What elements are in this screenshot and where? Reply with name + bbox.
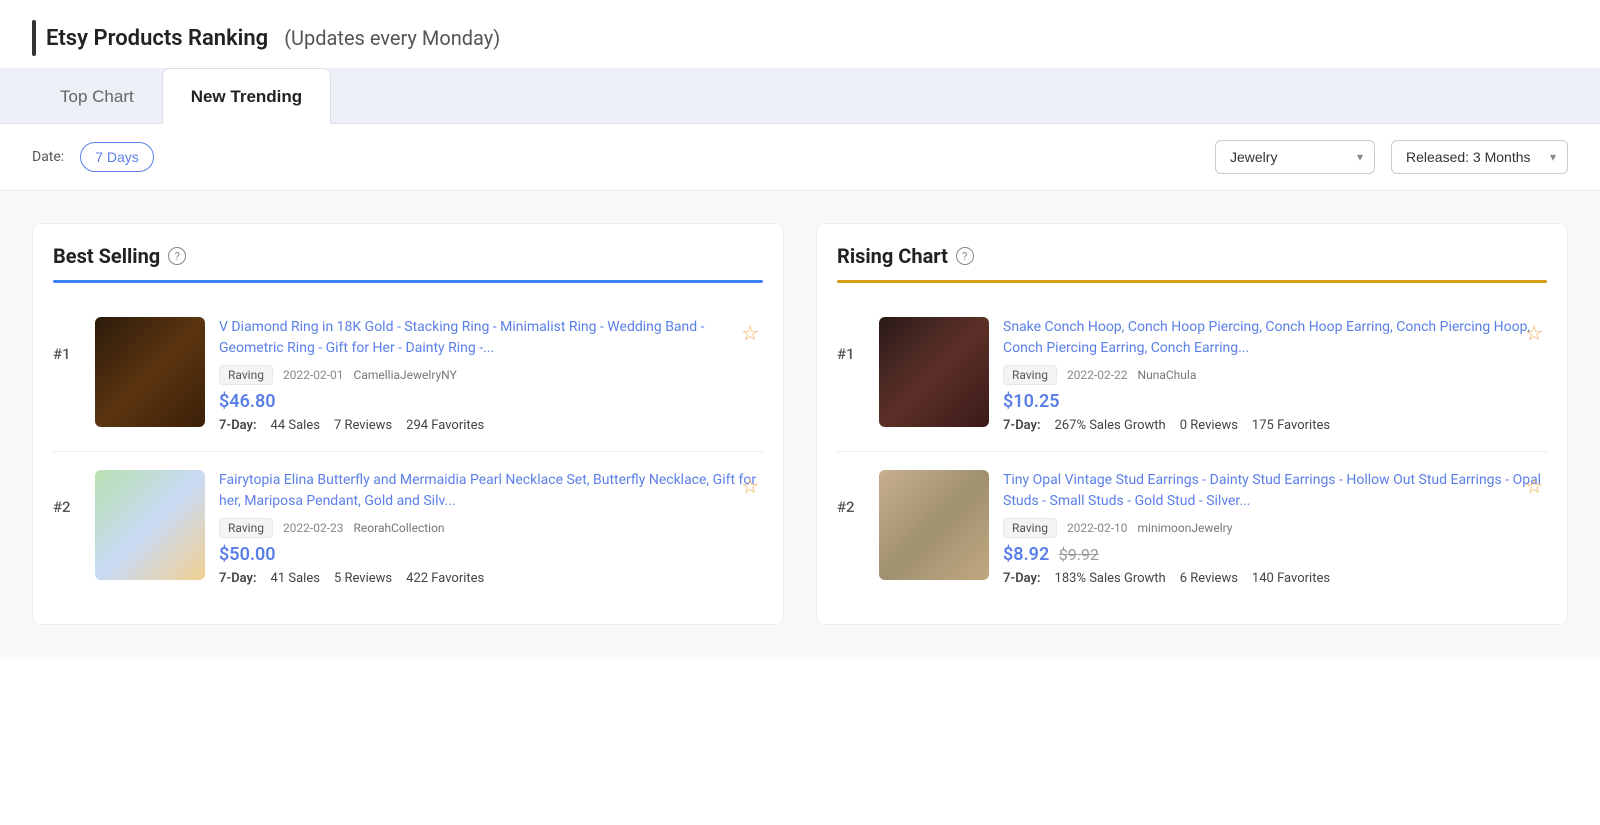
tabs-bar: Top Chart New Trending: [0, 68, 1600, 124]
meta-date-2: 2022-02-23: [283, 521, 344, 535]
rising-fav-button-2[interactable]: ☆: [1521, 470, 1547, 503]
best-selling-item-1: #1 V Diamond Ring in 18K Gold - Stacking…: [53, 299, 763, 452]
rising-chart-divider: [837, 280, 1547, 283]
rising-chart-title: Rising Chart: [837, 244, 948, 268]
rising-stats-label-2: 7-Day:: [1003, 571, 1041, 586]
rising-chart-help-icon[interactable]: ?: [956, 247, 974, 265]
rank-label-2: #2: [53, 470, 81, 516]
tab-top-chart[interactable]: Top Chart: [32, 69, 162, 123]
stat-reviews-2: 5 Reviews: [334, 571, 392, 586]
rising-stats-1: 7-Day: 267% Sales Growth 0 Reviews 175 F…: [1003, 418, 1547, 433]
rising-meta-2: Raving 2022-02-10 minimoonJewelry: [1003, 518, 1547, 538]
released-select-wrapper: Released: 1 Month Released: 3 Months Rel…: [1391, 140, 1568, 174]
product-title-1[interactable]: V Diamond Ring in 18K Gold - Stacking Ri…: [219, 317, 763, 359]
stat-favorites-2: 422 Favorites: [406, 571, 484, 586]
rising-info-1: Snake Conch Hoop, Conch Hoop Piercing, C…: [1003, 317, 1547, 433]
date-7days-button[interactable]: 7 Days: [80, 142, 154, 172]
rising-rank-2: #2: [837, 470, 865, 516]
stat-reviews-1: 7 Reviews: [334, 418, 392, 433]
rising-date-2: 2022-02-10: [1067, 521, 1128, 535]
product-title-2[interactable]: Fairytopia Elina Butterfly and Mermaidia…: [219, 470, 763, 512]
raving-badge-1: Raving: [219, 365, 273, 385]
meta-date-1: 2022-02-01: [283, 368, 344, 382]
meta-shop-2[interactable]: ReorahCollection: [354, 521, 445, 535]
rising-price-1: $10.25: [1003, 391, 1547, 412]
rising-shop-1[interactable]: NunaChula: [1138, 368, 1197, 382]
best-selling-title: Best Selling: [53, 244, 160, 268]
rising-item-1: #1 Snake Conch Hoop, Conch Hoop Piercing…: [837, 299, 1547, 452]
page-title: Etsy Products Ranking: [46, 26, 268, 51]
filters-bar: Date: 7 Days Jewelry Clothing Home & Liv…: [0, 124, 1600, 191]
product-stats-2: 7-Day: 41 Sales 5 Reviews 422 Favorites: [219, 571, 763, 586]
rising-reviews-2: 6 Reviews: [1180, 571, 1238, 586]
released-select[interactable]: Released: 1 Month Released: 3 Months Rel…: [1391, 140, 1568, 174]
stat-sales-1: 44 Sales: [271, 418, 320, 433]
product-info-2: Fairytopia Elina Butterfly and Mermaidia…: [219, 470, 763, 586]
product-meta-1: Raving 2022-02-01 CamelliaJewelryNY: [219, 365, 763, 385]
rising-reviews-1: 0 Reviews: [1180, 418, 1238, 433]
rising-chart-column: Rising Chart ? #1 Snake Conch Hoop, Conc…: [816, 223, 1568, 625]
rising-title-2[interactable]: Tiny Opal Vintage Stud Earrings - Dainty…: [1003, 470, 1547, 512]
rank-label-1: #1: [53, 317, 81, 363]
page-subtitle: (Updates every Monday): [284, 26, 500, 50]
rising-fav-button-1[interactable]: ☆: [1521, 317, 1547, 350]
rising-title-1[interactable]: Snake Conch Hoop, Conch Hoop Piercing, C…: [1003, 317, 1547, 359]
product-price-2: $50.00: [219, 544, 763, 565]
rising-chart-header: Rising Chart ?: [837, 244, 1547, 268]
category-select[interactable]: Jewelry Clothing Home & Living Art & Col…: [1215, 140, 1375, 174]
category-select-wrapper: Jewelry Clothing Home & Living Art & Col…: [1215, 140, 1375, 174]
rising-growth-2: 183% Sales Growth: [1055, 571, 1166, 586]
rising-badge-2: Raving: [1003, 518, 1057, 538]
stats-label-1: 7-Day:: [219, 418, 257, 433]
stat-favorites-1: 294 Favorites: [406, 418, 484, 433]
stats-label-2: 7-Day:: [219, 571, 257, 586]
content-area: Best Selling ? #1 V Diamond Ring in 18K …: [0, 191, 1600, 657]
rising-growth-1: 267% Sales Growth: [1055, 418, 1166, 433]
rising-stats-label-1: 7-Day:: [1003, 418, 1041, 433]
rising-badge-1: Raving: [1003, 365, 1057, 385]
rising-price-original-2: $9.92: [1059, 545, 1099, 564]
favorite-button-1[interactable]: ☆: [737, 317, 763, 350]
product-stats-1: 7-Day: 44 Sales 7 Reviews 294 Favorites: [219, 418, 763, 433]
product-thumbnail-2[interactable]: [95, 470, 205, 580]
rising-rank-1: #1: [837, 317, 865, 363]
rising-meta-1: Raving 2022-02-22 NunaChula: [1003, 365, 1547, 385]
rising-info-2: Tiny Opal Vintage Stud Earrings - Dainty…: [1003, 470, 1547, 586]
best-selling-help-icon[interactable]: ?: [168, 247, 186, 265]
best-selling-divider: [53, 280, 763, 283]
rising-shop-2[interactable]: minimoonJewelry: [1138, 521, 1233, 535]
product-thumbnail-1[interactable]: [95, 317, 205, 427]
rising-favorites-2: 140 Favorites: [1252, 571, 1330, 586]
rising-favorites-1: 175 Favorites: [1252, 418, 1330, 433]
raving-badge-2: Raving: [219, 518, 273, 538]
rising-stats-2: 7-Day: 183% Sales Growth 6 Reviews 140 F…: [1003, 571, 1547, 586]
rising-item-2: #2 Tiny Opal Vintage Stud Earrings - Dai…: [837, 452, 1547, 604]
best-selling-header: Best Selling ?: [53, 244, 763, 268]
rising-price-2: $8.92: [1003, 544, 1049, 565]
rising-thumbnail-2[interactable]: [879, 470, 989, 580]
favorite-button-2[interactable]: ☆: [737, 470, 763, 503]
product-info-1: V Diamond Ring in 18K Gold - Stacking Ri…: [219, 317, 763, 433]
meta-shop-1[interactable]: CamelliaJewelryNY: [354, 368, 457, 382]
date-filter-label: Date:: [32, 149, 64, 165]
title-accent: [32, 20, 36, 56]
best-selling-item-2: #2 Fairytopia Elina Butterfly and Mermai…: [53, 452, 763, 604]
best-selling-column: Best Selling ? #1 V Diamond Ring in 18K …: [32, 223, 784, 625]
rising-price-row-2: $8.92 $9.92: [1003, 544, 1547, 565]
tab-new-trending[interactable]: New Trending: [162, 68, 331, 124]
product-meta-2: Raving 2022-02-23 ReorahCollection: [219, 518, 763, 538]
rising-date-1: 2022-02-22: [1067, 368, 1128, 382]
product-price-1: $46.80: [219, 391, 763, 412]
rising-thumbnail-1[interactable]: [879, 317, 989, 427]
page-header: Etsy Products Ranking (Updates every Mon…: [0, 0, 1600, 68]
title-bar: Etsy Products Ranking (Updates every Mon…: [32, 20, 500, 56]
stat-sales-2: 41 Sales: [271, 571, 320, 586]
